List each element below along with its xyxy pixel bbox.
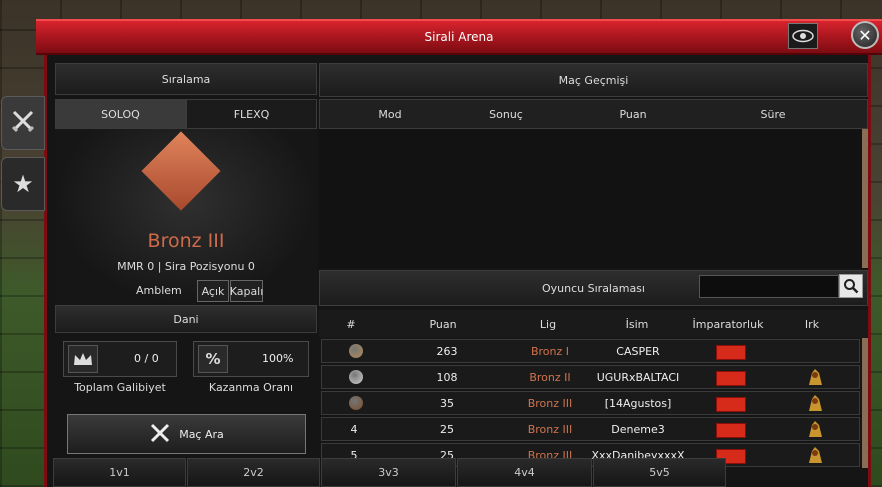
wins-box: 0 / 0 bbox=[63, 341, 177, 377]
mmr-text: MMR 0 | Sira Pozisyonu 0 bbox=[117, 260, 255, 273]
tab-4v4[interactable]: 4v4 bbox=[457, 458, 592, 487]
emblem-on-button[interactable]: Açık bbox=[197, 280, 229, 302]
star-icon: ★ bbox=[12, 170, 34, 198]
col-sonuc: Sonuç bbox=[489, 108, 523, 121]
row-points: 35 bbox=[440, 397, 454, 410]
col-race: Irk bbox=[804, 318, 820, 331]
row-name: Deneme3 bbox=[611, 423, 665, 436]
col-points: Puan bbox=[429, 318, 457, 331]
emblem-label: Amblem bbox=[136, 284, 182, 297]
race-icon bbox=[806, 393, 824, 413]
tab-5v5[interactable]: 5v5 bbox=[593, 458, 726, 487]
row-name: UGURxBALTACI bbox=[596, 371, 680, 384]
bronze-medal-icon bbox=[349, 396, 363, 410]
tab-2v2[interactable]: 2v2 bbox=[187, 458, 320, 487]
rank-name: Bronz III bbox=[147, 230, 225, 252]
eye-icon[interactable] bbox=[788, 23, 818, 49]
gold-medal-icon bbox=[349, 344, 363, 358]
history-scrollbar[interactable] bbox=[862, 129, 868, 268]
ranking-scrollbar[interactable] bbox=[862, 338, 868, 468]
history-list bbox=[319, 129, 862, 268]
match-search-label: Maç Ara bbox=[179, 427, 224, 441]
player-search-input[interactable] bbox=[699, 275, 839, 298]
row-name: [14Agustos] bbox=[604, 397, 672, 410]
col-mod: Mod bbox=[378, 108, 402, 121]
row-name: CASPER bbox=[616, 345, 660, 358]
winrate-label: Kazanma Oranı bbox=[208, 381, 294, 394]
tab-1v1[interactable]: 1v1 bbox=[53, 458, 186, 487]
table-row[interactable]: 4 25 Bronz III Deneme3 bbox=[321, 417, 860, 441]
winrate-value: 100% bbox=[262, 352, 294, 365]
winrate-box: % 100% bbox=[193, 341, 309, 377]
crown-icon bbox=[68, 345, 98, 373]
col-empire: İmparatorluk bbox=[692, 318, 764, 331]
tab-3v3[interactable]: 3v3 bbox=[321, 458, 456, 487]
match-search-button[interactable]: Maç Ara bbox=[67, 414, 306, 454]
empire-flag-icon bbox=[716, 371, 746, 386]
dani-header: Dani bbox=[55, 305, 317, 333]
col-league: Lig bbox=[539, 318, 557, 331]
ranking-columns bbox=[319, 310, 868, 338]
empire-flag-icon bbox=[716, 423, 746, 438]
tab-soloq[interactable]: SOLOQ bbox=[55, 99, 186, 129]
side-tab-favorites[interactable]: ★ bbox=[1, 157, 45, 211]
row-rank: 4 bbox=[350, 423, 358, 436]
row-points: 25 bbox=[440, 423, 454, 436]
row-points: 263 bbox=[436, 345, 458, 358]
silver-medal-icon bbox=[349, 370, 363, 384]
col-name: İsim bbox=[625, 318, 649, 331]
crossed-swords-icon bbox=[149, 422, 171, 447]
history-header: Maç Geçmişi bbox=[319, 63, 868, 97]
tab-flexq[interactable]: FLEXQ bbox=[186, 99, 317, 129]
percent-icon: % bbox=[198, 345, 228, 373]
window-title: Sirali Arena bbox=[424, 30, 494, 44]
side-tab-arena[interactable] bbox=[1, 96, 45, 150]
magnifier-icon[interactable] bbox=[839, 274, 863, 298]
race-icon bbox=[806, 445, 824, 465]
empire-flag-icon bbox=[716, 345, 746, 360]
emblem-off-button[interactable]: Kapalı bbox=[230, 280, 263, 302]
table-row[interactable]: 108 Bronz II UGURxBALTACI bbox=[321, 365, 860, 389]
window-titlebar[interactable]: Sirali Arena bbox=[36, 19, 882, 55]
col-puan: Puan bbox=[619, 108, 647, 121]
player-ranking-title: Oyuncu Sıralaması bbox=[542, 281, 645, 295]
close-icon[interactable]: ✕ bbox=[851, 21, 879, 49]
race-icon bbox=[806, 367, 824, 387]
col-rank: # bbox=[346, 318, 356, 331]
empire-flag-icon bbox=[716, 397, 746, 412]
table-row[interactable]: 35 Bronz III [14Agustos] bbox=[321, 391, 860, 415]
wins-label: Toplam Galibiyet bbox=[74, 381, 166, 394]
race-icon bbox=[806, 419, 824, 439]
col-sure: Süre bbox=[760, 108, 786, 121]
table-row[interactable]: 263 Bronz I CASPER bbox=[321, 339, 860, 363]
wins-value: 0 / 0 bbox=[134, 352, 159, 365]
row-points: 108 bbox=[436, 371, 458, 384]
ranking-header: Sıralama bbox=[55, 63, 317, 95]
crossed-swords-icon bbox=[10, 108, 36, 138]
